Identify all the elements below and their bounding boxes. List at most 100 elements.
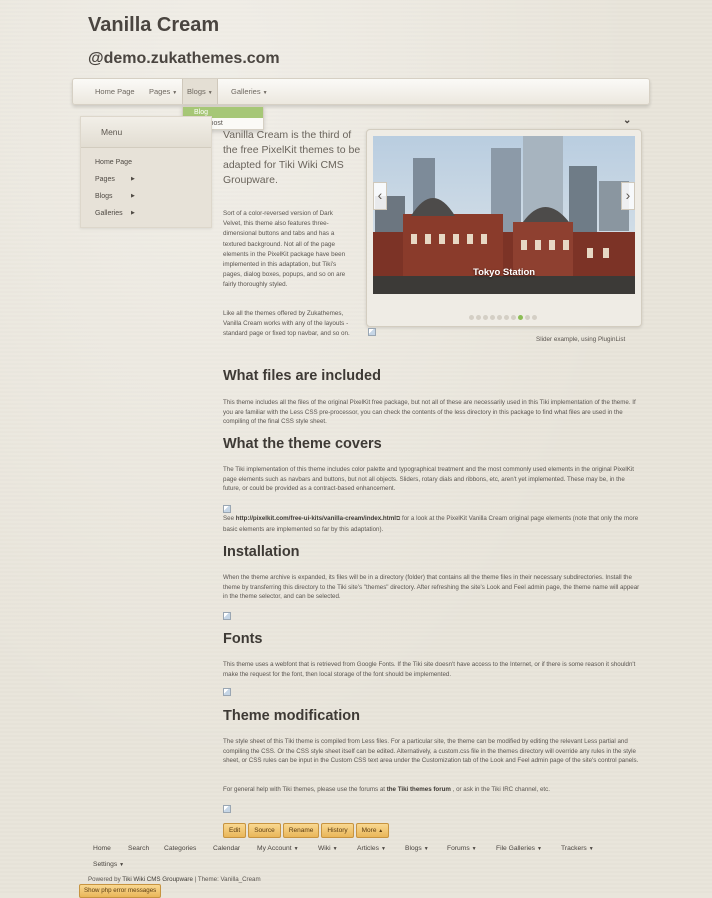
caret-down-icon: ▼: [207, 90, 213, 96]
caret-right-icon: ▶: [131, 210, 135, 216]
source-button[interactable]: Source: [248, 823, 281, 838]
powered-prefix: Powered by: [88, 876, 123, 883]
history-button[interactable]: History: [321, 823, 354, 838]
slider-dot[interactable]: [469, 315, 474, 320]
rename-button[interactable]: Rename: [282, 823, 320, 838]
nav-blogs[interactable]: Blogs ▼: [182, 79, 218, 104]
footer-my-account[interactable]: My Account ▼: [257, 845, 299, 852]
sidebar-menu: Menu Home Page Pages ▶ Blogs ▶ Galleries ▶: [80, 116, 212, 228]
slider-dot[interactable]: [504, 315, 509, 320]
more-button-label: More: [361, 827, 377, 834]
slider-dot[interactable]: [476, 315, 481, 320]
nav-blogs-label: Blogs: [187, 87, 206, 96]
footer-categories[interactable]: Categories: [164, 845, 196, 852]
sidebar-item-pages[interactable]: Pages ▶: [81, 171, 211, 188]
site-title: Vanilla Cream: [88, 14, 220, 36]
edit-button[interactable]: Edit: [223, 823, 247, 838]
footer-settings[interactable]: Settings ▼: [93, 861, 124, 868]
slider-dot[interactable]: [532, 315, 537, 320]
footer-calendar[interactable]: Calendar: [213, 845, 240, 852]
nav-pages-label: Pages: [149, 87, 171, 96]
broken-image-icon: [223, 688, 231, 696]
text-general-help: For general help with Tiki themes, pleas…: [223, 785, 641, 795]
footer-articles[interactable]: Articles ▼: [357, 845, 386, 852]
footer-articles-label: Articles: [357, 845, 379, 852]
more-button[interactable]: More ▲: [355, 823, 390, 838]
footer-my-account-label: My Account: [257, 845, 292, 852]
slider-pagination: [469, 307, 539, 320]
broken-image-icon: [223, 612, 231, 620]
slider-dot[interactable]: [525, 315, 530, 320]
site-subtitle: @demo.zukathemes.com: [88, 50, 280, 67]
slider-dot[interactable]: [497, 315, 502, 320]
footer-trackers-label: Trackers: [561, 845, 587, 852]
slider-prev-button[interactable]: ‹: [373, 182, 387, 210]
sidebar-item-blogs[interactable]: Blogs ▶: [81, 188, 211, 205]
caret-down-icon: ▼: [119, 862, 125, 868]
intro-lead: Vanilla Cream is the third of the free P…: [223, 129, 361, 186]
text-installation: When the theme archive is expanded, its …: [223, 574, 640, 601]
show-php-errors-button[interactable]: Show php error messages: [79, 884, 162, 898]
broken-image-icon: [368, 328, 376, 336]
top-navbar: Home Page Pages ▼ Blogs ▼ Galleries ▼: [72, 78, 650, 105]
see-prefix: See: [223, 515, 236, 522]
caret-down-icon: ▼: [423, 846, 429, 852]
slider-dot[interactable]: [518, 315, 523, 320]
broken-image-icon: [223, 805, 231, 813]
image-slider: Tokyo Station ‹ ›: [366, 129, 642, 327]
sidebar-item-label: Galleries: [95, 210, 123, 217]
footer-blogs[interactable]: Blogs ▼: [405, 845, 429, 852]
help-suffix: , or ask in the Tiki IRC channel, etc.: [450, 786, 550, 793]
tiki-link[interactable]: Tiki Wiki CMS Groupware: [122, 876, 193, 883]
caret-down-icon: ▼: [588, 846, 594, 852]
caret-down-icon: ▼: [172, 90, 178, 96]
sidebar-item-label: Home Page: [95, 159, 132, 166]
slider-dot[interactable]: [490, 315, 495, 320]
sidebar-item-home-page[interactable]: Home Page: [81, 154, 211, 171]
text-see-pixelkit: See http://pixelkit.com/free-ui-kits/van…: [223, 514, 641, 534]
footer-home[interactable]: Home: [93, 845, 111, 852]
slider-next-button[interactable]: ›: [621, 182, 635, 210]
caret-right-icon: ▶: [131, 193, 135, 199]
footer-file-galleries-label: File Galleries: [496, 845, 536, 852]
slider-caption: Tokyo Station: [473, 267, 536, 278]
caret-down-icon: ▲: [378, 828, 384, 834]
caret-down-icon: ▼: [293, 846, 299, 852]
intro-paragraph-1: Sort of a color-reversed version of Dark…: [223, 210, 346, 289]
heading-installation: Installation: [223, 544, 300, 560]
caret-down-icon: ▼: [262, 90, 268, 96]
heading-files-included: What files are included: [223, 368, 381, 384]
sidebar-item-galleries[interactable]: Galleries ▶: [81, 205, 211, 222]
sidebar-item-label: Blogs: [95, 193, 113, 200]
footer-wiki[interactable]: Wiki ▼: [318, 845, 338, 852]
footer-search[interactable]: Search: [128, 845, 149, 852]
nav-galleries[interactable]: Galleries ▼: [231, 79, 268, 104]
powered-suffix: | Theme: Vanilla_Cream: [192, 876, 261, 883]
slider-dot[interactable]: [511, 315, 516, 320]
footer-file-galleries[interactable]: File Galleries ▼: [496, 845, 542, 852]
footer-forums-label: Forums: [447, 845, 470, 852]
footer-settings-label: Settings: [93, 861, 118, 868]
intro-paragraph-2: Like all the themes offered by Zukatheme…: [223, 310, 350, 338]
broken-image-icon: [223, 505, 231, 513]
chevron-down-icon[interactable]: ⌄: [623, 115, 631, 126]
footer-blogs-label: Blogs: [405, 845, 422, 852]
footer-trackers[interactable]: Trackers ▼: [561, 845, 594, 852]
text-theme-covers: The Tiki implementation of this theme in…: [223, 466, 634, 493]
sidebar-item-label: Pages: [95, 176, 115, 183]
footer-forums[interactable]: Forums ▼: [447, 845, 477, 852]
slider-dot[interactable]: [483, 315, 488, 320]
tiki-themes-forum-link[interactable]: the Tiki themes forum: [387, 786, 451, 793]
page-action-buttons: Edit Source Rename History More ▲: [223, 819, 391, 838]
nav-pages[interactable]: Pages ▼: [149, 79, 177, 104]
caret-down-icon: ▼: [537, 846, 542, 852]
footer-wiki-label: Wiki: [318, 845, 331, 852]
nav-home-page[interactable]: Home Page: [95, 79, 135, 104]
heading-theme-modification: Theme modification: [223, 708, 360, 724]
text-fonts: This theme uses a webfont that is retrie…: [223, 661, 636, 678]
heading-fonts: Fonts: [223, 631, 263, 647]
sidebar-menu-title: Menu: [81, 117, 211, 148]
slider-image-tokyo-station: Tokyo Station ‹ ›: [373, 136, 635, 294]
nav-home-page-label: Home Page: [95, 87, 135, 96]
pixelkit-link[interactable]: http://pixelkit.com/free-ui-kits/vanilla…: [236, 515, 396, 522]
